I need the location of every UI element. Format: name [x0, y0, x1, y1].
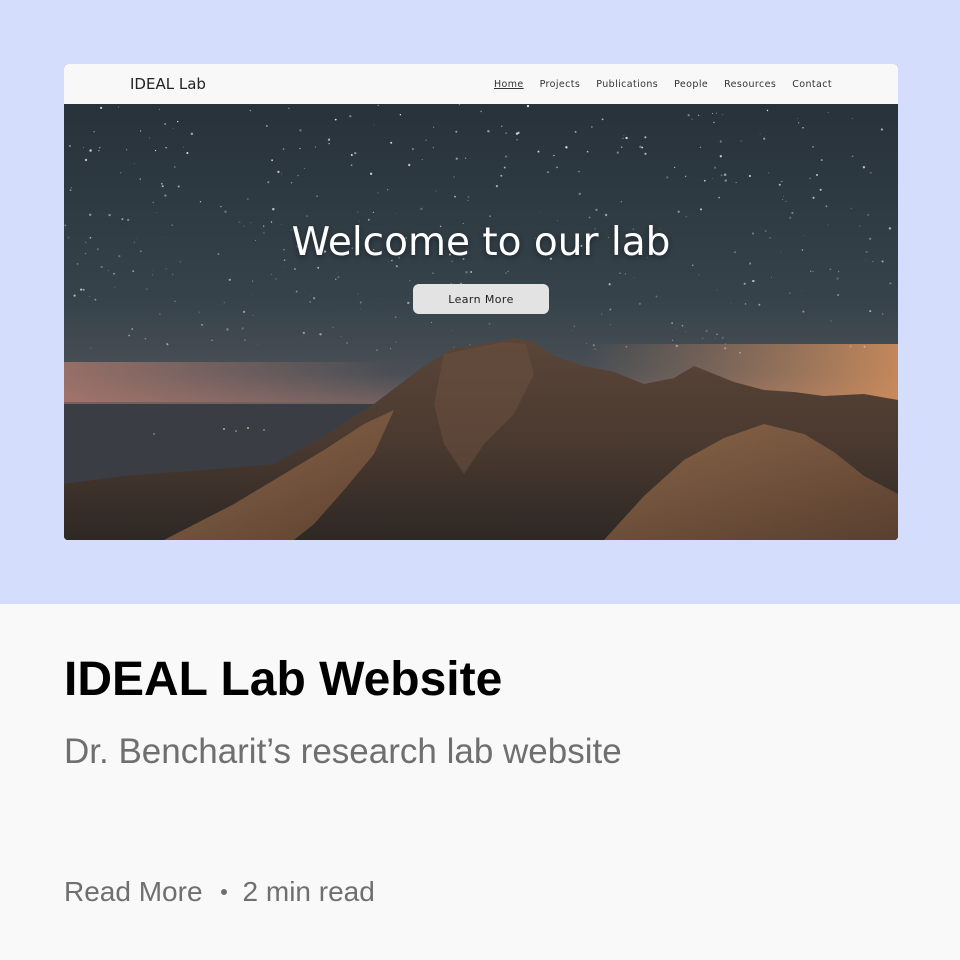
nav-link-publications[interactable]: Publications [596, 79, 658, 90]
nav-link-people[interactable]: People [674, 79, 708, 90]
site-navbar: IDEAL Lab Home Projects Publications Peo… [64, 64, 898, 104]
website-screenshot[interactable]: IDEAL Lab Home Projects Publications Peo… [64, 64, 898, 540]
read-more-link[interactable]: Read More [64, 876, 203, 908]
site-logo[interactable]: IDEAL Lab [130, 75, 206, 93]
card-title[interactable]: IDEAL Lab Website [64, 652, 502, 707]
site-nav-links: Home Projects Publications People Resour… [478, 64, 832, 104]
hero-mountain-image [64, 104, 898, 540]
separator-dot [220, 889, 227, 895]
hero-section: Welcome to our lab Learn More [64, 104, 898, 540]
nav-link-contact[interactable]: Contact [792, 79, 832, 90]
card-subtitle: Dr. Bencharit’s research lab website [64, 732, 622, 771]
hero-title: Welcome to our lab [291, 220, 671, 265]
card-meta: Read More 2 min read [64, 876, 375, 908]
nav-link-home[interactable]: Home [494, 79, 524, 90]
read-time: 2 min read [242, 876, 375, 907]
nav-link-projects[interactable]: Projects [540, 79, 581, 90]
learn-more-button[interactable]: Learn More [413, 284, 549, 314]
nav-link-resources[interactable]: Resources [724, 79, 776, 90]
card-preview-area: IDEAL Lab Home Projects Publications Peo… [0, 0, 960, 604]
